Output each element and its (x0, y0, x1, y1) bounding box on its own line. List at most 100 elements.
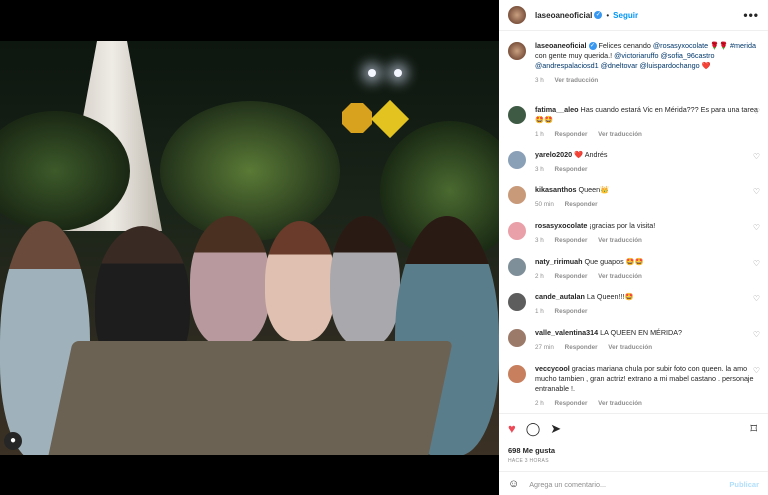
photo-foliage-center (160, 101, 340, 241)
comment-icon[interactable]: ◯ (526, 422, 541, 436)
translate-link[interactable]: Ver traducción (598, 400, 642, 407)
caption-body: laseoaneoficial ✓ Felices cenando @rosasy… (535, 41, 759, 86)
author-avatar[interactable] (508, 6, 526, 24)
commenter-avatar[interactable] (508, 106, 526, 124)
comment-like-icon[interactable]: ♡ (753, 366, 760, 375)
comment-row: cande_autalan La Queen!!!🤩 1 h Responder… (499, 292, 768, 317)
comment-time: 2 h (535, 273, 544, 280)
comment-row: valle_valentina314 LA QUEEN EN MÉRIDA? 2… (499, 328, 768, 353)
comment-time: 2 h (535, 400, 544, 407)
reply-button[interactable]: Responder (555, 237, 588, 244)
more-options-icon[interactable]: ••• (743, 8, 759, 22)
comment-text: LA QUEEN EN MÉRIDA? (598, 328, 683, 337)
comment-body: yarelo2020 ❤️ Andrés 3 h Responder (535, 150, 759, 175)
mention-link[interactable]: @victoriaruffo (614, 51, 658, 60)
comment-username[interactable]: kikasanthos (535, 185, 577, 194)
comment-time: 1 h (535, 131, 544, 138)
post-side-panel: laseoaneoficial ✓ • Seguir ••• laseoaneo… (499, 0, 768, 495)
bookmark-icon[interactable]: ⌑ (750, 422, 757, 436)
smiley-icon[interactable]: ☺ (508, 478, 519, 490)
publish-button[interactable]: Publicar (729, 480, 759, 489)
caption-meta: 3 h Ver traducción (535, 76, 759, 86)
likes-count[interactable]: 698 Me gusta (508, 446, 555, 455)
reply-button[interactable]: Responder (555, 400, 588, 407)
comment-row: rosasyxocolate ¡gracias por la visita! 3… (499, 221, 768, 246)
comment-row: veccycool gracias mariana chula por subi… (499, 364, 768, 409)
commenter-avatar[interactable] (508, 329, 526, 347)
comment-body: fatima__aleo Has cuando estará Vic en Mé… (535, 105, 759, 140)
translate-link[interactable]: Ver traducción (608, 344, 652, 351)
caption-text: Felices cenando (598, 41, 653, 50)
comment-body: valle_valentina314 LA QUEEN EN MÉRIDA? 2… (535, 328, 759, 353)
comment-like-icon[interactable]: ♡ (753, 187, 760, 196)
post-photo[interactable] (0, 41, 499, 455)
reply-button[interactable]: Responder (555, 131, 588, 138)
commenter-avatar[interactable] (508, 151, 526, 169)
comment-like-icon[interactable]: ♡ (753, 330, 760, 339)
translate-link[interactable]: Ver traducción (555, 77, 599, 84)
comment-text: Queen👑 (576, 185, 610, 194)
comment-text: ❤️ Andrés (572, 150, 608, 159)
comment-like-icon[interactable]: ♡ (753, 107, 760, 116)
caption-text: con gente muy querida.! (535, 51, 615, 60)
mention-link[interactable]: @rosasyxocolate (653, 41, 708, 50)
heart-filled-icon[interactable]: ♥ (508, 422, 516, 436)
verified-icon: ✓ (594, 11, 603, 19)
post-header: laseoaneoficial ✓ • Seguir ••• (499, 0, 768, 31)
comment-row: naty_ririmuah Que guapos 🤩🤩 2 h Responde… (499, 257, 768, 282)
author-avatar-small[interactable] (508, 42, 526, 60)
commenter-avatar[interactable] (508, 293, 526, 311)
commenter-avatar[interactable] (508, 258, 526, 276)
comment-meta: 27 min Responder Ver traducción (535, 343, 759, 353)
photo-bike-sign (370, 99, 410, 139)
reply-button[interactable]: Responder (555, 273, 588, 280)
commenter-avatar[interactable] (508, 222, 526, 240)
comment-meta: 2 h Responder Ver traducción (535, 272, 759, 282)
photo-person-5 (330, 216, 400, 346)
photo-table (47, 341, 453, 455)
translate-link[interactable]: Ver traducción (598, 131, 642, 138)
author-username[interactable]: laseoaneoficial (535, 11, 592, 20)
comment-username[interactable]: valle_valentina314 (535, 328, 598, 337)
add-comment-bar: ☺ Publicar (499, 471, 768, 495)
reply-button[interactable]: Responder (565, 201, 598, 208)
comment-username[interactable]: yarelo2020 (535, 150, 572, 159)
send-icon[interactable]: ➤ (550, 422, 561, 436)
translate-link[interactable]: Ver traducción (598, 273, 642, 280)
translate-link[interactable]: Ver traducción (598, 237, 642, 244)
caption-username[interactable]: laseoaneoficial (535, 41, 587, 50)
comments-list[interactable]: laseoaneoficial ✓ Felices cenando @rosasy… (499, 32, 768, 413)
reply-button[interactable]: Responder (555, 166, 588, 173)
comment-like-icon[interactable]: ♡ (753, 259, 760, 268)
photo-stop-sign (342, 103, 372, 133)
comment-input[interactable] (529, 479, 730, 489)
commenter-avatar[interactable] (508, 186, 526, 204)
mention-link[interactable]: @andrespalaciosd1 (535, 61, 599, 70)
comment-like-icon[interactable]: ♡ (753, 223, 760, 232)
reply-button[interactable]: Responder (555, 308, 588, 315)
comment-body: cande_autalan La Queen!!!🤩 1 h Responder (535, 292, 759, 317)
comment-meta: 3 h Responder (535, 165, 759, 175)
comment-meta: 1 h Responder Ver traducción (535, 130, 759, 140)
comment-username[interactable]: veccycool (535, 364, 570, 373)
mention-link[interactable]: @sofia_96castro (660, 51, 714, 60)
comment-username[interactable]: cande_autalan (535, 292, 585, 301)
comment-meta: 3 h Responder Ver traducción (535, 236, 759, 246)
comment-time: 27 min (535, 344, 554, 351)
comment-username[interactable]: fatima__aleo (535, 105, 579, 114)
mention-link[interactable]: @luispardochango (640, 61, 700, 70)
user-tag-icon[interactable]: ● (4, 432, 22, 450)
comment-username[interactable]: rosasyxocolate (535, 221, 587, 230)
commenter-avatar[interactable] (508, 365, 526, 383)
hashtag-link[interactable]: #merida (730, 41, 756, 50)
photo-street-lamp-2 (394, 69, 402, 77)
comment-like-icon[interactable]: ♡ (753, 152, 760, 161)
comment-username[interactable]: naty_ririmuah (535, 257, 583, 266)
reply-button[interactable]: Responder (565, 344, 598, 351)
caption-row: laseoaneoficial ✓ Felices cenando @rosasy… (499, 41, 768, 86)
mention-link[interactable]: @dneltovar (601, 61, 638, 70)
follow-button[interactable]: Seguir (613, 11, 638, 20)
caption-time: 3 h (535, 77, 544, 84)
comment-meta: 50 min Responder (535, 200, 759, 210)
comment-like-icon[interactable]: ♡ (753, 294, 760, 303)
